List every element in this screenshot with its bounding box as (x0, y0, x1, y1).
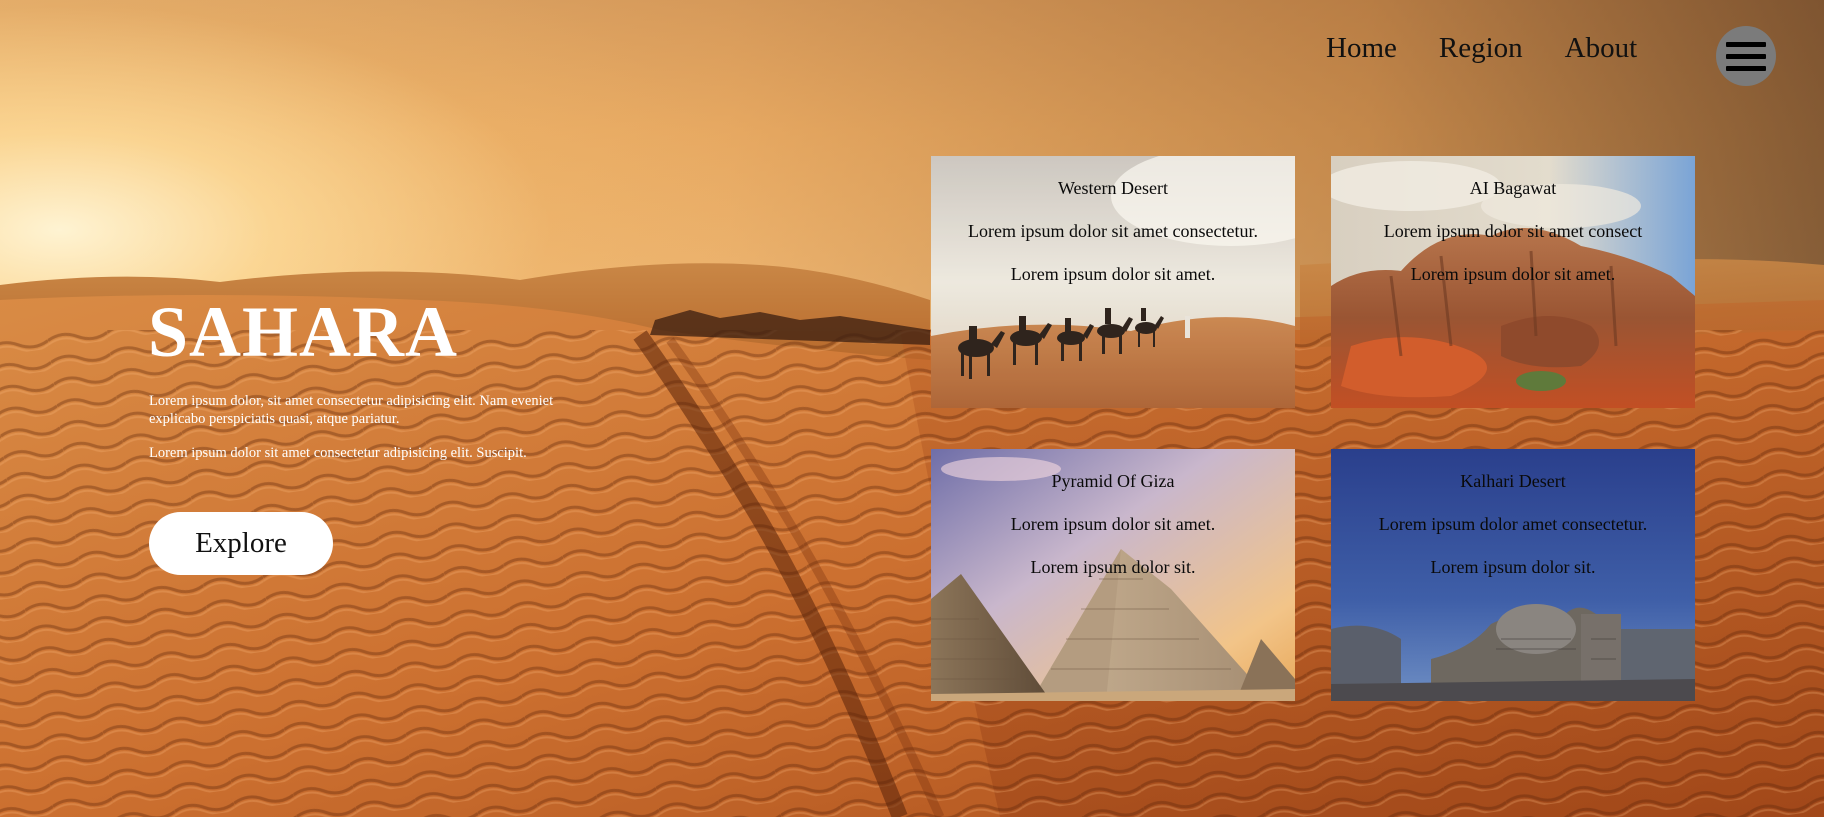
card-ai-bagawat[interactable]: AI Bagawat Lorem ipsum dolor sit amet co… (1331, 156, 1695, 408)
card-text-line: Lorem ipsum dolor sit amet. (1410, 264, 1616, 284)
hamburger-menu-icon-bar (1726, 53, 1766, 59)
hero-title: SAHARA (148, 292, 459, 372)
card-content: Western Desert Lorem ipsum dolor sit ame… (931, 156, 1295, 285)
card-text-line: Lorem ipsum dolor sit amet. (1010, 264, 1216, 284)
hamburger-menu-icon-bar (1726, 65, 1766, 71)
card-title: Kalhari Desert (1460, 471, 1566, 491)
nav-link-about[interactable]: About (1565, 34, 1638, 63)
nav-link-home[interactable]: Home (1326, 34, 1397, 63)
hamburger-menu-button[interactable] (1716, 26, 1776, 86)
card-text-line: Lorem ipsum dolor sit. (1430, 557, 1596, 577)
card-pyramid-of-giza[interactable]: Pyramid Of Giza Lorem ipsum dolor sit am… (931, 449, 1295, 701)
top-navigation: Home Region About (1326, 34, 1637, 63)
card-text-line: Lorem ipsum dolor sit amet consectetur. (968, 221, 1258, 241)
card-content: Pyramid Of Giza Lorem ipsum dolor sit am… (931, 449, 1295, 578)
hero-paragraph-1: Lorem ipsum dolor, sit amet consectetur … (149, 393, 554, 427)
card-title: Pyramid Of Giza (1051, 471, 1175, 491)
card-text-line: Lorem ipsum dolor sit amet. (1010, 514, 1216, 534)
card-western-desert[interactable]: Western Desert Lorem ipsum dolor sit ame… (931, 156, 1295, 408)
card-text-line: Lorem ipsum dolor sit. (1030, 557, 1196, 577)
card-content: Kalhari Desert Lorem ipsum dolor amet co… (1331, 449, 1695, 578)
hamburger-menu-icon (1726, 41, 1766, 47)
hero-paragraph-2: Lorem ipsum dolor sit amet consectetur a… (149, 445, 527, 461)
card-kalhari-desert[interactable]: Kalhari Desert Lorem ipsum dolor amet co… (1331, 449, 1695, 701)
card-content: AI Bagawat Lorem ipsum dolor sit amet co… (1331, 156, 1695, 285)
card-title: Western Desert (1057, 178, 1168, 198)
explore-button[interactable]: Explore (149, 512, 333, 575)
page: Home Region About SAHARA Lorem ipsum dol… (0, 0, 1824, 817)
nav-link-region[interactable]: Region (1439, 34, 1523, 63)
card-text-line: Lorem ipsum dolor amet consectetur. (1378, 514, 1648, 534)
card-text-line: Lorem ipsum dolor sit amet consect (1383, 221, 1643, 241)
card-title: AI Bagawat (1469, 178, 1557, 198)
